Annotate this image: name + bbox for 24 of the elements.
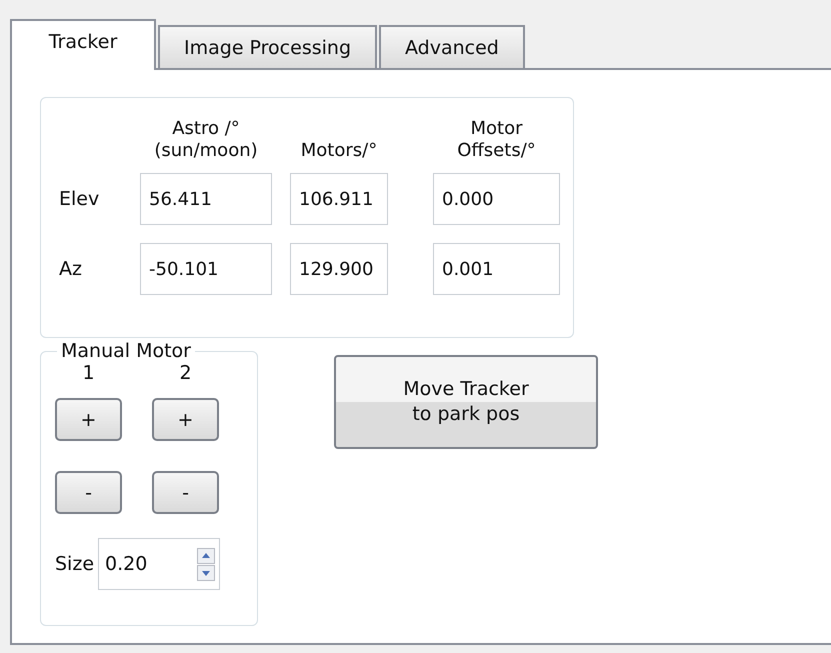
step-button[interactable]: +: [152, 398, 219, 441]
size-label: Size: [55, 553, 94, 575]
tab[interactable]: Tracker: [10, 19, 156, 70]
number-field[interactable]: 0.001: [433, 243, 560, 296]
number-field[interactable]: 129.900: [290, 243, 388, 296]
row-label: Elev: [58, 188, 100, 210]
tab[interactable]: Image Processing: [158, 25, 378, 68]
group-title: Manual Motor: [60, 340, 192, 362]
number-field[interactable]: 106.911: [290, 173, 388, 226]
row-label: Az: [58, 258, 83, 280]
number-field[interactable]: -50.101: [140, 243, 272, 296]
tab[interactable]: Advanced: [379, 25, 525, 68]
motor-label: 2: [179, 362, 192, 384]
number-field[interactable]: 56.411: [140, 173, 272, 226]
step-button[interactable]: -: [152, 471, 219, 514]
step-button[interactable]: -: [55, 471, 122, 514]
step-button[interactable]: +: [55, 398, 122, 441]
column-header: Motor Offsets/°: [456, 118, 537, 162]
column-header: Motors/°: [300, 140, 378, 162]
column-header: Astro /° (sun/moon): [153, 118, 259, 162]
park-button[interactable]: Move Tracker to park pos: [334, 355, 598, 449]
number-field[interactable]: 0.000: [433, 173, 560, 226]
size-spinbox[interactable]: 0.20: [98, 538, 220, 590]
motor-label: 1: [82, 362, 95, 384]
